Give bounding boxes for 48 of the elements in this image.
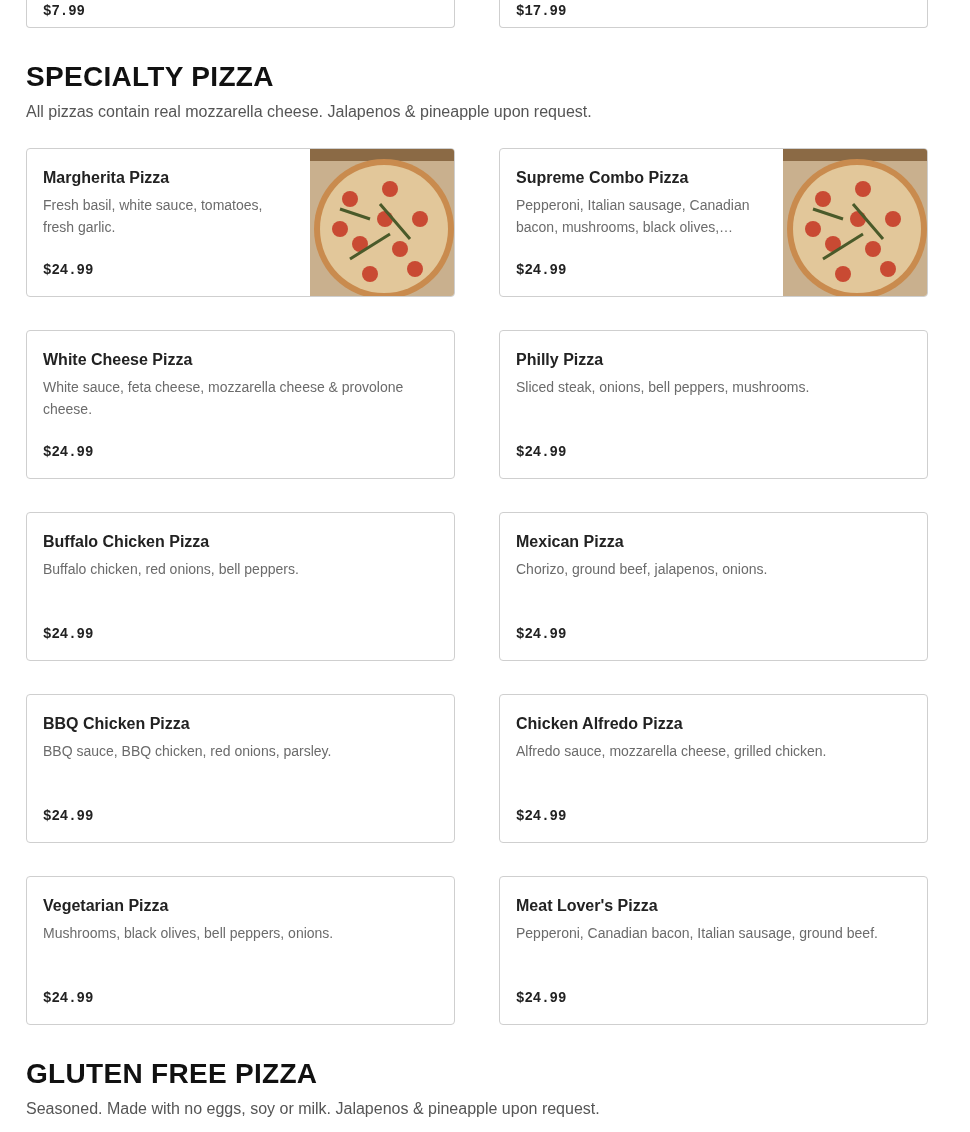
item-name: Chicken Alfredo Pizza (516, 714, 684, 734)
item-description: Mushrooms, black olives, bell peppers, onions. (43, 924, 335, 943)
item-name: Vegetarian Pizza (43, 896, 170, 916)
section-heading: GLUTEN FREE PIZZA (26, 1059, 319, 1089)
item-name: Meat Lover's Pizza (516, 896, 659, 916)
item-price: $24.99 (43, 807, 95, 826)
item-description: Pepperoni, Italian sausage, Canadian bacon, mushrooms, black olives,… (516, 196, 751, 237)
item-name: Philly Pizza (516, 350, 605, 370)
item-name: Buffalo Chicken Pizza (43, 532, 211, 552)
section-heading: SPECIALTY PIZZA (26, 62, 275, 92)
item-price: $24.99 (43, 443, 95, 462)
menu-item-card[interactable]: White Cheese Pizza White sauce, feta cheese, mozzarella cheese & provolone cheese. $24.99 (26, 330, 455, 479)
item-name: BBQ Chicken Pizza (43, 714, 191, 734)
menu-item-card[interactable]: Buffalo Chicken Pizza Buffalo chicken, red onions, bell peppers. $24.99 (26, 512, 455, 661)
item-name: Supreme Combo Pizza (516, 168, 690, 188)
item-price: $24.99 (43, 625, 95, 644)
item-description: Buffalo chicken, red onions, bell peppers. (43, 560, 300, 579)
item-description: White sauce, feta cheese, mozzarella cheese & provolone cheese. (43, 378, 405, 419)
menu-item-card[interactable]: Vegetarian Pizza Mushrooms, black olives, bell peppers, onions. $24.99 (26, 876, 455, 1025)
menu-item-card[interactable]: $7.99 (26, 0, 455, 28)
item-price: $24.99 (516, 443, 568, 462)
item-price: $24.99 (516, 989, 568, 1008)
item-price: $7.99 (43, 3, 85, 19)
menu-item-card[interactable]: Chicken Alfredo Pizza Alfredo sauce, mozzarella cheese, grilled chicken. $24.99 (499, 694, 928, 843)
section-note: Seasoned. Made with no eggs, soy or milk. Jalapenos & pineapple upon request. (26, 1099, 601, 1119)
item-name: White Cheese Pizza (43, 350, 194, 370)
menu-item-card[interactable]: BBQ Chicken Pizza BBQ sauce, BBQ chicken, red onions, parsley. $24.99 (26, 694, 455, 843)
item-name: Mexican Pizza (516, 532, 625, 552)
item-description: Sliced steak, onions, bell peppers, mushrooms. (516, 378, 811, 397)
item-description: Alfredo sauce, mozzarella cheese, grilled chicken. (516, 742, 828, 761)
item-price: $24.99 (516, 625, 568, 644)
menu-item-card[interactable]: Margherita Pizza Fresh basil, white sauce, tomatoes, fresh garlic. $24.99 (26, 148, 455, 297)
item-price: $24.99 (516, 807, 568, 826)
item-name: Margherita Pizza (43, 168, 171, 188)
menu-item-card[interactable]: Supreme Combo Pizza Pepperoni, Italian sausage, Canadian bacon, mushrooms, black olives,… $24.99 (499, 148, 928, 297)
menu-item-card[interactable]: Mexican Pizza Chorizo, ground beef, jalapenos, onions. $24.99 (499, 512, 928, 661)
item-description: Fresh basil, white sauce, tomatoes, fresh garlic. (43, 196, 264, 237)
menu-item-card[interactable]: Meat Lover's Pizza Pepperoni, Canadian bacon, Italian sausage, ground beef. $24.99 (499, 876, 928, 1025)
item-description: Pepperoni, Canadian bacon, Italian sausage, ground beef. (516, 924, 879, 943)
item-price: $24.99 (516, 261, 568, 280)
item-description: Chorizo, ground beef, jalapenos, onions. (516, 560, 769, 579)
item-price: $24.99 (43, 261, 95, 280)
menu-item-card[interactable]: Philly Pizza Sliced steak, onions, bell peppers, mushrooms. $24.99 (499, 330, 928, 479)
item-price: $17.99 (516, 3, 567, 19)
section-note: All pizzas contain real mozzarella cheese. Jalapenos & pineapple upon request. (26, 102, 593, 122)
item-price: $24.99 (43, 989, 95, 1008)
item-description: BBQ sauce, BBQ chicken, red onions, parsley. (43, 742, 333, 761)
menu-item-card[interactable]: $17.99 (499, 0, 928, 28)
